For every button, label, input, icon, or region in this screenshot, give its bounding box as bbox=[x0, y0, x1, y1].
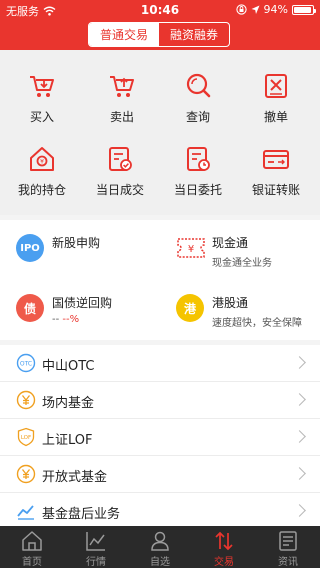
product-list: OTC 中山OTC 场内基金 LOF 上证LOF 开放式基金 基金盘后业务 bbox=[0, 345, 320, 530]
fund-yen-icon bbox=[16, 390, 36, 410]
search-icon bbox=[186, 73, 211, 98]
trade-mode-segment: 普通交易 融资融券 bbox=[88, 22, 230, 47]
person-icon bbox=[151, 531, 169, 551]
bottom-tab-bar: 首页 行情 自选 交易 资讯 bbox=[0, 526, 320, 568]
bond-repo-dashes: -- bbox=[52, 314, 63, 325]
list-item-otc[interactable]: OTC 中山OTC bbox=[0, 345, 320, 382]
sell-label: 卖出 bbox=[109, 110, 134, 124]
tab-market[interactable]: 行情 bbox=[64, 526, 128, 568]
list-item-label: 中山OTC bbox=[42, 359, 95, 374]
ticket-yen-icon: ¥ bbox=[177, 238, 205, 258]
hk-connect-card[interactable]: 港 港股通 速度超快，安全保障 bbox=[160, 280, 320, 340]
today-entrust-label: 当日委托 bbox=[173, 183, 222, 197]
bond-badge-text: 债 bbox=[23, 301, 36, 316]
chevron-right-icon bbox=[293, 356, 306, 369]
tab-label: 交易 bbox=[214, 557, 234, 568]
cart-buy-icon bbox=[30, 76, 54, 97]
status-right: 94% bbox=[235, 3, 316, 16]
list-item-open-fund[interactable]: 开放式基金 bbox=[0, 456, 320, 493]
list-item-label: 上证LOF bbox=[42, 433, 93, 448]
ipo-subscribe-card[interactable]: IPO 新股申购 bbox=[0, 220, 160, 280]
status-bar: 无服务 10:46 94% bbox=[0, 0, 320, 20]
bond-repo-percent: --% bbox=[62, 314, 80, 325]
hk-subtitle: 速度超快，安全保障 bbox=[212, 318, 302, 329]
chevron-right-icon bbox=[293, 430, 306, 443]
chevron-right-icon bbox=[293, 467, 306, 480]
list-item-lof[interactable]: LOF 上证LOF bbox=[0, 419, 320, 456]
tab-normal-trade[interactable]: 普通交易 bbox=[89, 23, 159, 46]
house-position-icon: ¥ bbox=[30, 147, 54, 171]
today-deal-label: 当日成交 bbox=[95, 183, 144, 197]
location-icon bbox=[251, 5, 260, 14]
buy-button[interactable]: 买入 bbox=[2, 72, 82, 132]
bank-transfer-label: 银证转账 bbox=[251, 183, 300, 197]
tab-margin-trade[interactable]: 融资融券 bbox=[159, 23, 229, 46]
today-entrust-icon bbox=[187, 147, 210, 171]
battery-fill bbox=[294, 6, 311, 13]
today-entrust-button[interactable]: 当日委托 bbox=[158, 145, 238, 205]
otc-icon: OTC bbox=[16, 353, 36, 373]
tab-home[interactable]: 首页 bbox=[0, 526, 64, 568]
bond-repo-title: 国债逆回购 bbox=[52, 296, 113, 310]
my-position-label: 我的持仓 bbox=[17, 183, 66, 197]
fund-yen-icon bbox=[16, 464, 36, 484]
chevron-right-icon bbox=[293, 393, 306, 406]
bond-repo-card[interactable]: 债 国债逆回购 -- --% bbox=[0, 280, 160, 340]
ipo-title: 新股申购 bbox=[52, 236, 101, 250]
news-icon bbox=[279, 531, 297, 551]
query-button[interactable]: 查询 bbox=[158, 72, 238, 132]
svg-text:OTC: OTC bbox=[20, 361, 32, 368]
lof-shield-icon: LOF bbox=[17, 427, 35, 447]
bond-repo-rate: -- --% bbox=[52, 314, 79, 325]
bank-transfer-button[interactable]: 银证转账 bbox=[236, 145, 316, 205]
bank-card-icon bbox=[263, 150, 289, 169]
my-position-button[interactable]: ¥ 我的持仓 bbox=[2, 145, 82, 205]
chevron-right-icon bbox=[293, 504, 306, 517]
tab-label: 行情 bbox=[86, 557, 106, 568]
list-item-label: 场内基金 bbox=[42, 396, 95, 411]
function-grid: 买入 卖出 查询 撤单 ¥ 我的持仓 当日成交 当日委托 银证转账 bbox=[0, 50, 320, 215]
orientation-lock-icon bbox=[235, 4, 247, 15]
cash-subtitle: 现金通全业务 bbox=[212, 258, 272, 269]
battery-percent: 94% bbox=[263, 3, 288, 16]
trend-line-icon bbox=[17, 505, 34, 520]
ipo-badge-text: IPO bbox=[20, 242, 40, 254]
tab-label: 自选 bbox=[150, 557, 170, 568]
list-item-exchange-fund[interactable]: 场内基金 bbox=[0, 382, 320, 419]
battery-icon bbox=[292, 4, 316, 15]
tab-watchlist[interactable]: 自选 bbox=[128, 526, 192, 568]
cancel-order-button[interactable]: 撤单 bbox=[236, 72, 316, 132]
tab-news[interactable]: 资讯 bbox=[256, 526, 320, 568]
bond-icon: 债 bbox=[16, 294, 44, 322]
trade-arrows-icon bbox=[215, 531, 233, 551]
header: 普通交易 融资融券 bbox=[0, 20, 320, 50]
today-deal-button[interactable]: 当日成交 bbox=[80, 145, 160, 205]
tab-trade[interactable]: 交易 bbox=[192, 526, 256, 568]
chart-icon bbox=[86, 532, 105, 551]
svg-text:¥: ¥ bbox=[40, 159, 44, 166]
svg-text:LOF: LOF bbox=[21, 435, 31, 441]
today-deal-icon bbox=[109, 147, 132, 171]
cart-sell-icon bbox=[110, 76, 134, 97]
ipo-icon: IPO bbox=[16, 234, 44, 262]
cancel-order-label: 撤单 bbox=[263, 110, 288, 124]
cash-pass-card[interactable]: ¥ 现金通 现金通全业务 bbox=[160, 220, 320, 280]
query-label: 查询 bbox=[185, 110, 210, 124]
hk-badge-text: 港 bbox=[183, 301, 196, 316]
cancel-order-icon bbox=[265, 74, 287, 98]
cash-title: 现金通 bbox=[212, 236, 249, 250]
hk-icon: 港 bbox=[176, 294, 204, 322]
tab-label: 资讯 bbox=[278, 557, 298, 568]
tab-label: 首页 bbox=[22, 557, 42, 568]
sell-button[interactable]: 卖出 bbox=[82, 72, 162, 132]
buy-label: 买入 bbox=[29, 110, 54, 124]
list-item-label: 开放式基金 bbox=[42, 470, 108, 485]
list-item-label: 基金盘后业务 bbox=[42, 507, 121, 522]
svg-text:¥: ¥ bbox=[188, 244, 194, 255]
hk-title: 港股通 bbox=[212, 296, 249, 310]
list-item-fund-after-hours[interactable]: 基金盘后业务 bbox=[0, 493, 320, 530]
services-panel: IPO 新股申购 ¥ 现金通 现金通全业务 债 国债逆回购 -- --% 港 港… bbox=[0, 220, 320, 340]
home-icon bbox=[22, 531, 42, 551]
